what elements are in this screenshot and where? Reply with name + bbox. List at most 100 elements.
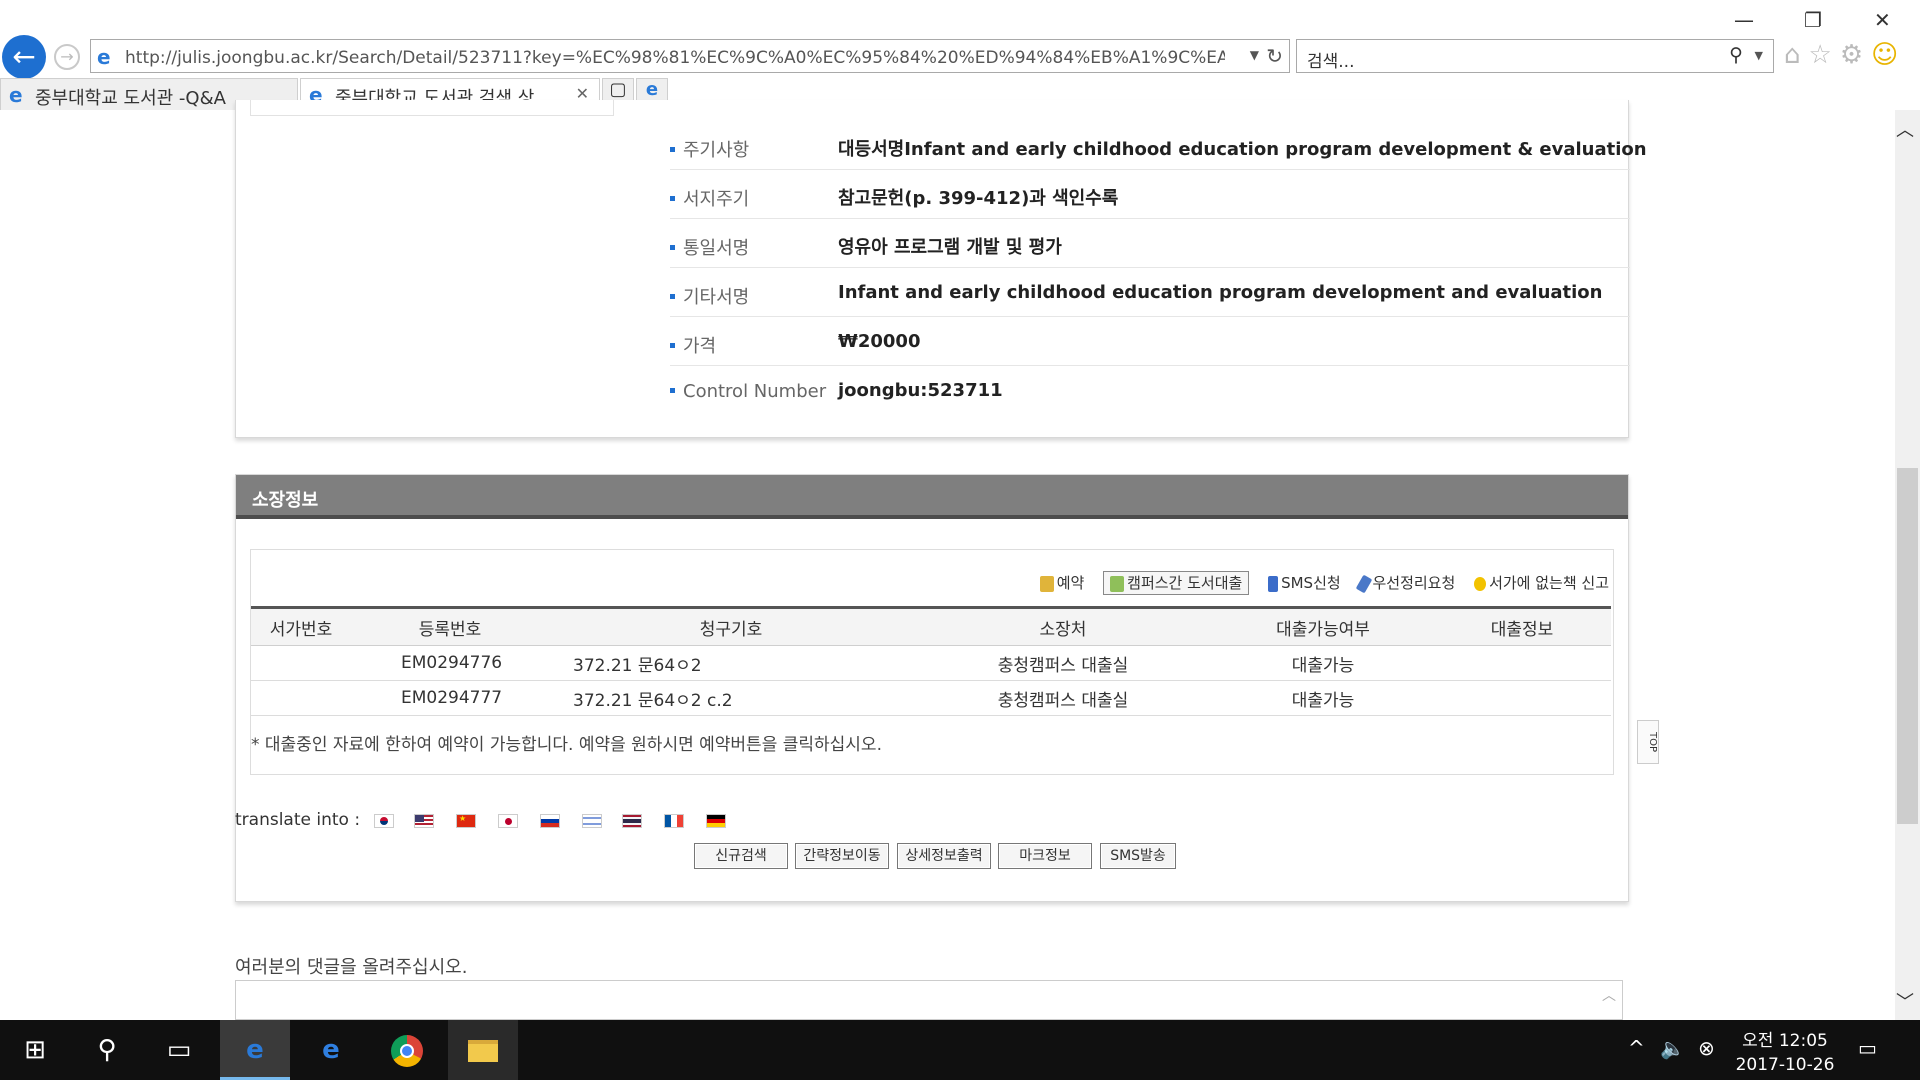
browser-search-box[interactable]: 검색... ⚲ ▼ [1296, 39, 1774, 73]
chevron-down-icon[interactable]: ▼ [1250, 48, 1259, 62]
flag-china-icon[interactable]: ★ [456, 814, 476, 828]
detail-value: 영유아 프로그램 개발 및 평가 [838, 237, 1062, 258]
volume-icon[interactable]: 🔈 [1660, 1036, 1685, 1060]
print-detail-button[interactable]: 상세정보출력 [897, 843, 991, 869]
clock-time: 오전 12:05 [1742, 1031, 1828, 1051]
windows-start-icon[interactable]: ⊞ [0, 1020, 70, 1080]
cell-call: 372.21 문64ㅇ2 [549, 645, 913, 681]
search-icon[interactable]: ⚲ [1729, 44, 1743, 66]
chrome-icon[interactable] [372, 1020, 442, 1080]
lightbulb-icon [1474, 576, 1487, 591]
taskbar: ⊞ ⚲ ▭ e e ^ 🔈 ⊗ 오전 12:05 2017-10-26 ▭ [0, 1020, 1920, 1080]
col-reg: 등록번호 [351, 606, 549, 646]
reservation-note: * 대출중인 자료에 한하여 예약이 가능합니다. 예약을 원하시면 예약버튼을… [251, 735, 882, 755]
detail-row: 통일서명 영유아 프로그램 개발 및 평가 [670, 220, 1630, 268]
detail-value: joongbu:523711 [838, 380, 1003, 401]
scroll-up-icon[interactable]: ︿ [1896, 116, 1914, 142]
cell-location: 충청캠퍼스 대출실 [913, 645, 1213, 681]
scrollbar-thumb[interactable] [1897, 468, 1918, 824]
brief-info-button[interactable]: 간략정보이동 [795, 843, 889, 869]
holdings-actions: 예약 캠퍼스간 도서대출 SMS신청 우선정리요청 서가에 없는책 신고 [1026, 571, 1609, 595]
cell-reg: EM0294776 [351, 645, 549, 681]
forward-button[interactable]: → [54, 44, 80, 70]
toolbar-icons: ⌂☆⚙☺ [1784, 40, 1906, 70]
file-explorer-icon[interactable] [448, 1020, 518, 1080]
top-button[interactable]: TOP [1637, 720, 1659, 764]
chevron-up-icon[interactable]: ^ [1628, 1036, 1645, 1060]
flag-germany-icon[interactable] [706, 814, 726, 828]
col-call: 청구기호 [549, 606, 913, 646]
cell-info [1433, 680, 1611, 716]
notification-icon[interactable]: ▭ [1858, 1036, 1877, 1060]
missing-book-report-button[interactable]: 서가에 없는책 신고 [1474, 574, 1609, 592]
search-dropdown-icon[interactable]: ▼ [1755, 49, 1763, 62]
browser-chrome: ← → e http://julis.joongbu.ac.kr/Search/… [0, 0, 1920, 110]
phone-icon [1268, 575, 1279, 592]
flag-usa-icon[interactable] [414, 814, 434, 828]
detail-row: 기타서명 Infant and early childhood educatio… [670, 269, 1630, 317]
campus-loan-button[interactable]: 캠퍼스간 도서대출 [1103, 571, 1250, 595]
detail-row: 서지주기 참고문헌(p. 399-412)과 색인수록 [670, 171, 1630, 219]
back-button[interactable]: ← [2, 35, 46, 79]
search-icon[interactable]: ⚲ [72, 1020, 142, 1080]
scroll-down-icon[interactable]: ﹀ [1896, 988, 1914, 1014]
cell-reg: EM0294777 [351, 680, 549, 716]
network-disconnected-icon[interactable]: ⊗ [1698, 1036, 1715, 1060]
edge-icon[interactable]: e [296, 1020, 366, 1080]
url-text[interactable]: http://julis.joongbu.ac.kr/Search/Detail… [125, 48, 1225, 68]
reserve-icon [1039, 575, 1054, 592]
favorites-icon[interactable]: ☆ [1809, 40, 1840, 70]
taskbar-clock[interactable]: 오전 12:05 2017-10-26 [1730, 1026, 1840, 1075]
detail-row: 주기사항 대등서명Infant and early childhood educ… [670, 122, 1647, 170]
home-icon[interactable]: ⌂ [1784, 40, 1809, 70]
clock-date: 2017-10-26 [1735, 1055, 1835, 1075]
detail-label: 서지주기 [670, 185, 749, 211]
detail-label: 기타서명 [670, 283, 749, 309]
detail-value: 대등서명Infant and early childhood education… [838, 139, 1647, 160]
search-input[interactable]: 검색... [1307, 47, 1355, 72]
detail-value: 참고문헌(p. 399-412)과 색인수록 [838, 188, 1119, 209]
gear-icon[interactable]: ⚙ [1840, 40, 1871, 70]
address-bar[interactable]: e http://julis.joongbu.ac.kr/Search/Deta… [90, 39, 1290, 73]
table-row: EM0294776 372.21 문64ㅇ2 충청캠퍼스 대출실 대출가능 [251, 645, 1611, 681]
detail-label: Control Number [670, 381, 826, 402]
flag-france-icon[interactable] [664, 814, 684, 828]
cover-frame [250, 100, 614, 116]
sms-send-button[interactable]: SMS발송 [1100, 843, 1176, 869]
smiley-icon[interactable]: ☺ [1871, 40, 1906, 70]
chevron-up-icon[interactable]: ︿ [1602, 985, 1616, 1005]
cell-shelf [251, 680, 351, 716]
flag-israel-icon[interactable] [582, 814, 602, 828]
comment-input[interactable]: ︿ [235, 980, 1623, 1020]
col-status: 대출가능여부 [1213, 606, 1433, 646]
marc-info-button[interactable]: 마크정보 [998, 843, 1092, 869]
minimize-button[interactable]: — [1734, 8, 1754, 32]
flag-japan-icon[interactable] [498, 814, 518, 828]
flag-korea-icon[interactable] [374, 814, 394, 828]
table-row: EM0294777 372.21 문64ㅇ2 c.2 충청캠퍼스 대출실 대출가… [251, 680, 1611, 716]
col-info: 대출정보 [1433, 606, 1611, 646]
reserve-button[interactable]: 예약 [1039, 574, 1084, 592]
detail-label: 통일서명 [670, 234, 749, 260]
detail-row: 가격 ₩20000 [670, 318, 1630, 366]
cell-call: 372.21 문64ㅇ2 c.2 [549, 680, 913, 716]
internet-explorer-icon[interactable]: e [220, 1020, 290, 1080]
task-view-icon[interactable]: ▭ [144, 1020, 214, 1080]
holdings-table: 서가번호 등록번호 청구기호 소장처 대출가능여부 대출정보 EM0294776… [251, 606, 1611, 716]
book-icon [1110, 575, 1125, 592]
new-search-button[interactable]: 신규검색 [694, 843, 788, 869]
cell-status: 대출가능 [1213, 645, 1433, 681]
flag-russia-icon[interactable] [540, 814, 560, 828]
holdings-panel: 소장정보 예약 캠퍼스간 도서대출 SMS신청 우선정리요청 서가에 없는책 신… [235, 474, 1629, 902]
refresh-icon[interactable]: ↻ [1266, 44, 1283, 68]
detail-value: ₩20000 [838, 331, 921, 352]
cell-location: 충청캠퍼스 대출실 [913, 680, 1213, 716]
flag-thailand-icon[interactable] [622, 814, 642, 828]
priority-request-button[interactable]: 우선정리요청 [1356, 574, 1455, 593]
sms-request-button[interactable]: SMS신청 [1268, 574, 1341, 592]
cell-status: 대출가능 [1213, 680, 1433, 716]
ie-icon: e [9, 83, 23, 107]
restore-button[interactable]: ❐ [1804, 8, 1822, 32]
comment-label: 여러분의 댓글을 올려주십시오. [235, 957, 468, 978]
close-button[interactable]: ✕ [1874, 8, 1891, 32]
